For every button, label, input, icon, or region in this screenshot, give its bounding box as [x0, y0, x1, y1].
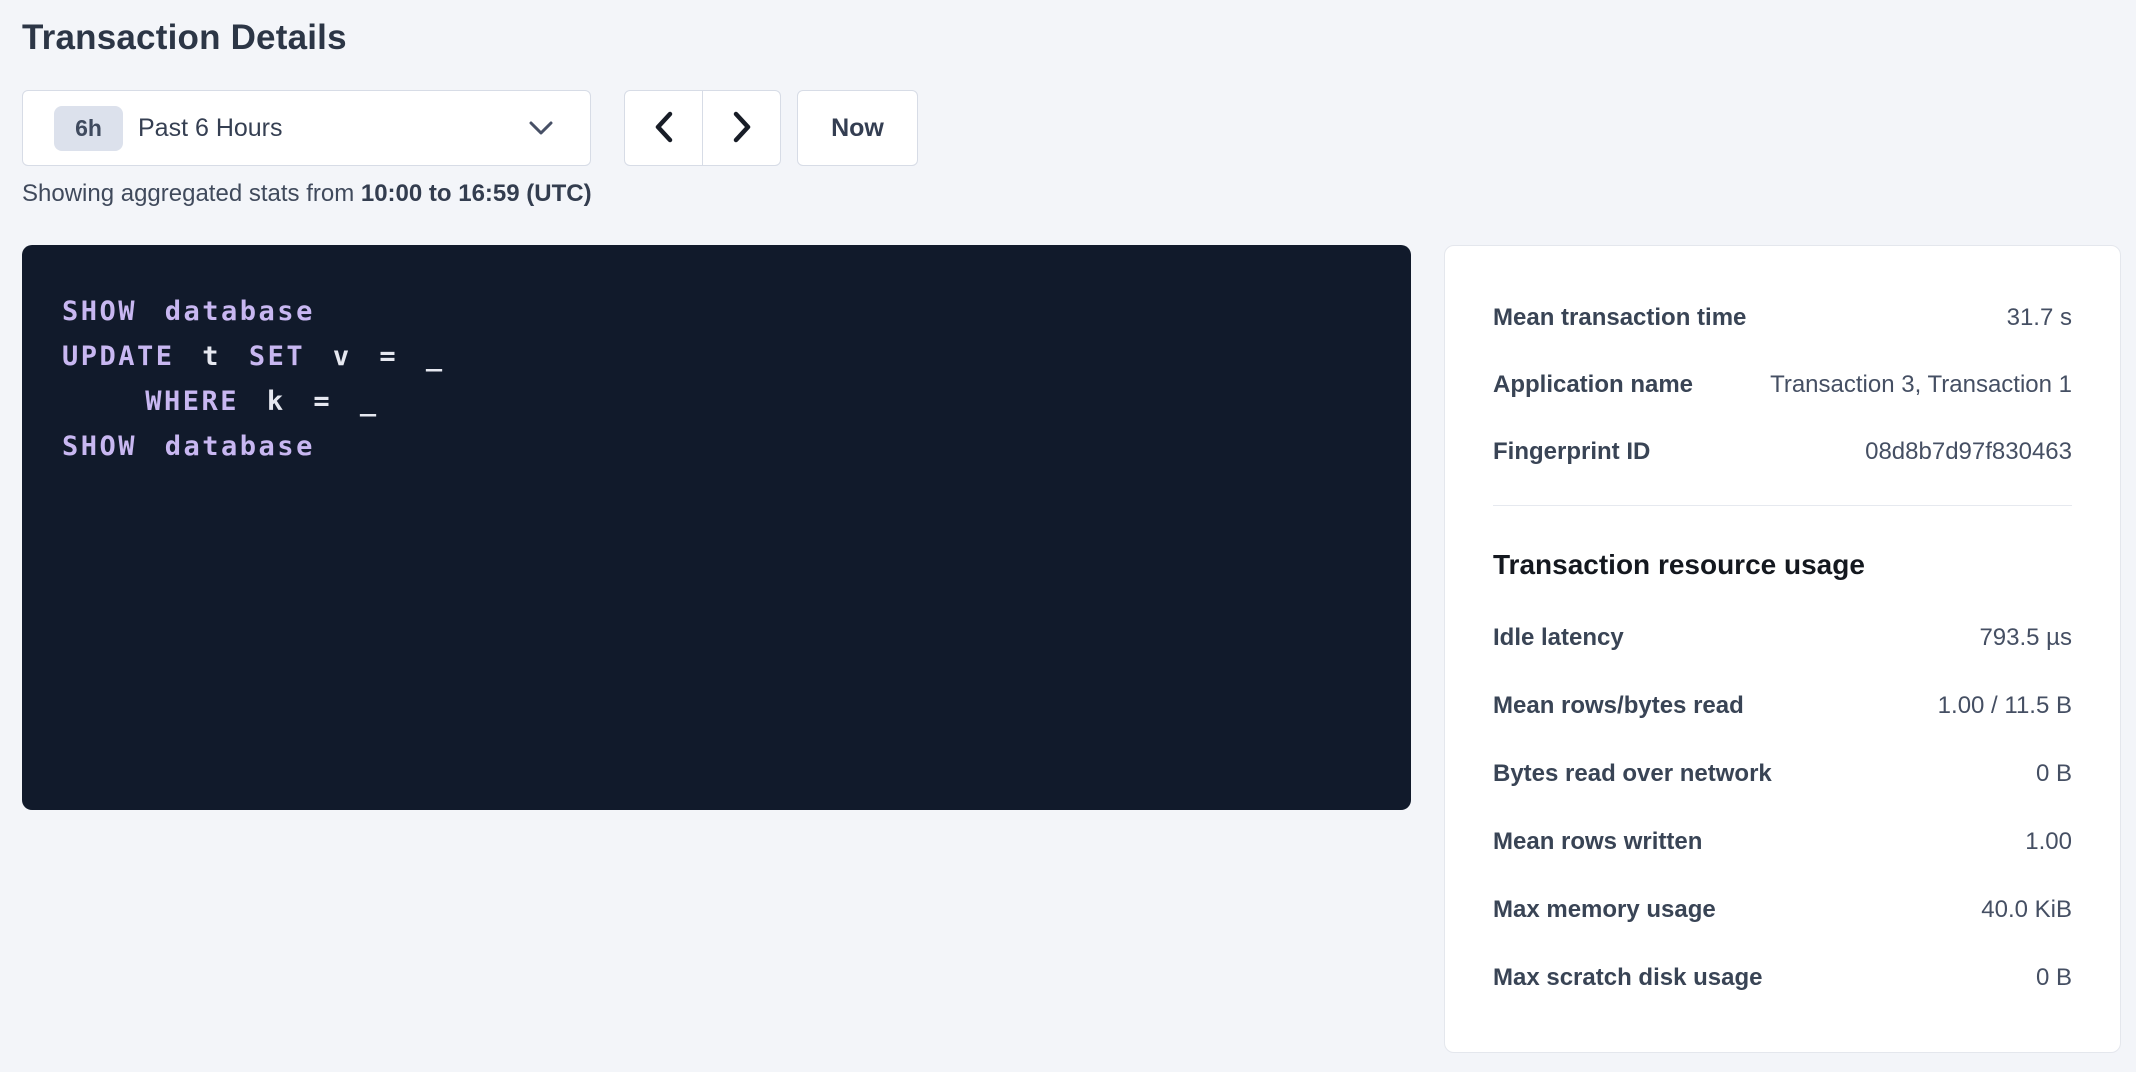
stat-value: 793.5 µs	[1979, 624, 2072, 652]
sql-code-line: SHOW database	[62, 289, 1371, 334]
stat-value: 31.7 s	[2007, 304, 2072, 332]
sql-token: t	[175, 341, 249, 372]
stat-row: Max memory usage 40.0 KiB	[1493, 896, 2072, 924]
summary-stats-section: Mean transaction time 31.7 s Application n…	[1493, 304, 2072, 466]
stat-value: 0 B	[2036, 760, 2072, 788]
aggregated-stats-caption: Showing aggregated stats from 10:00 to 1…	[22, 180, 592, 208]
stat-row: Bytes read over network 0 B	[1493, 760, 2072, 788]
sql-token: SHOW database	[62, 431, 315, 462]
stat-row: Max scratch disk usage 0 B	[1493, 964, 2072, 992]
time-nav-group	[624, 90, 781, 166]
stat-row: Application name Transaction 3, Transacti…	[1493, 371, 2072, 399]
resource-usage-section: Idle latency 793.5 µs Mean rows/bytes read…	[1493, 624, 2072, 992]
sql-token	[62, 386, 145, 417]
chevron-down-icon	[528, 120, 554, 136]
stat-label: Mean rows/bytes read	[1493, 692, 1744, 720]
prev-time-button[interactable]	[625, 91, 702, 165]
divider	[1493, 505, 2072, 506]
transaction-details-card: Mean transaction time 31.7 s Application n…	[1444, 245, 2121, 1053]
stats-caption-range: 10:00 to 16:59 (UTC)	[361, 180, 592, 207]
chevron-left-icon	[654, 111, 674, 146]
sql-token: SET	[249, 341, 305, 372]
stat-value: 1.00	[2025, 828, 2072, 856]
sql-token: v = _	[305, 341, 445, 372]
sql-token: SHOW database	[62, 296, 315, 327]
sql-token: k = _	[239, 386, 379, 417]
time-range-dropdown[interactable]: 6h Past 6 Hours	[22, 90, 591, 166]
sql-token: WHERE	[145, 386, 239, 417]
stat-row: Mean rows/bytes read 1.00 / 11.5 B	[1493, 692, 2072, 720]
now-button[interactable]: Now	[797, 90, 918, 166]
stat-row: Idle latency 793.5 µs	[1493, 624, 2072, 652]
next-time-button[interactable]	[703, 91, 780, 165]
stat-value: 40.0 KiB	[1981, 896, 2072, 924]
stat-label: Bytes read over network	[1493, 760, 1772, 788]
stat-label: Fingerprint ID	[1493, 438, 1650, 466]
time-range-badge: 6h	[54, 106, 123, 151]
resource-usage-heading: Transaction resource usage	[1493, 548, 2072, 582]
stat-label: Mean transaction time	[1493, 304, 1746, 332]
stat-label: Max memory usage	[1493, 896, 1716, 924]
stat-label: Idle latency	[1493, 624, 1624, 652]
sql-token: UPDATE	[62, 341, 175, 372]
chevron-right-icon	[732, 111, 752, 146]
stat-label: Max scratch disk usage	[1493, 964, 1762, 992]
stat-label: Application name	[1493, 371, 1693, 399]
stat-value: 1.00 / 11.5 B	[1938, 692, 2072, 720]
stats-caption-prefix: Showing aggregated stats from	[22, 180, 361, 207]
stat-row: Mean rows written 1.00	[1493, 828, 2072, 856]
stat-row: Mean transaction time 31.7 s	[1493, 304, 2072, 332]
page-title: Transaction Details	[22, 18, 347, 58]
time-range-label: Past 6 Hours	[138, 114, 528, 143]
stat-value: 08d8b7d97f830463	[1865, 438, 2072, 466]
time-controls: 6h Past 6 Hours Now	[22, 90, 918, 166]
sql-code-line: WHERE k = _	[62, 379, 1371, 424]
stat-row: Fingerprint ID 08d8b7d97f830463	[1493, 438, 2072, 466]
sql-code-line: UPDATE t SET v = _	[62, 334, 1371, 379]
sql-code-line: SHOW database	[62, 424, 1371, 469]
sql-statement-box: SHOW database UPDATE t SET v = _ WHERE k …	[22, 245, 1411, 810]
stat-value: Transaction 3, Transaction 1	[1770, 371, 2072, 399]
stat-value: 0 B	[2036, 964, 2072, 992]
stat-label: Mean rows written	[1493, 828, 1702, 856]
